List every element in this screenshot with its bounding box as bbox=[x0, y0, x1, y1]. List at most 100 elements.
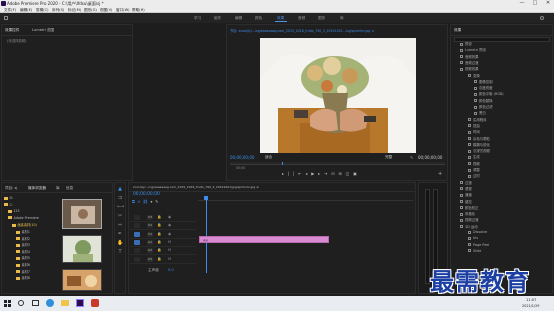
effects-list-item[interactable]: 透视 bbox=[460, 186, 472, 191]
effects-list-item[interactable]: 生成 bbox=[468, 154, 480, 159]
mute-icon[interactable]: M bbox=[168, 257, 171, 261]
comparison-view-icon[interactable]: ▣ bbox=[353, 171, 357, 176]
effects-list-item[interactable]: 音频过渡 bbox=[460, 60, 479, 65]
effects-list-item[interactable]: 颜色平衡 (RGB) bbox=[474, 91, 504, 96]
track-label[interactable]: A2 bbox=[147, 248, 153, 254]
media-thumbnail[interactable] bbox=[62, 235, 102, 263]
timeline-timecode[interactable]: 00;00;00;00 bbox=[133, 192, 160, 197]
pen-tool-icon[interactable]: ✒ bbox=[117, 231, 123, 237]
track-select-tool-icon[interactable]: ⇉ bbox=[117, 195, 123, 201]
tree-item[interactable]: 素材6 bbox=[16, 262, 30, 267]
effects-list-item[interactable]: 视频过渡 bbox=[460, 217, 479, 222]
effects-list-item[interactable]: 杂色与颗粒 bbox=[468, 136, 490, 141]
eye-icon[interactable]: ◉ bbox=[168, 232, 171, 236]
explorer-icon[interactable] bbox=[61, 300, 69, 306]
track-label[interactable]: V1 bbox=[147, 231, 153, 237]
timeline-ruler[interactable] bbox=[198, 192, 413, 201]
mute-icon[interactable]: M bbox=[168, 240, 171, 244]
tab-program[interactable]: 节目: zcool(ly/...ing/aaaaaaag.com_2015_20… bbox=[230, 28, 374, 33]
track-header[interactable]: V3 🔒 ◉ bbox=[130, 214, 196, 222]
task-view-icon[interactable] bbox=[32, 300, 39, 306]
add-button-icon[interactable]: + bbox=[438, 171, 442, 177]
track-header[interactable]: A3 🔒 M bbox=[130, 256, 196, 264]
step-forward-icon[interactable]: ▸ bbox=[318, 171, 320, 176]
track-target-button[interactable] bbox=[134, 215, 140, 220]
effects-list-item[interactable]: Lumetri 预设 bbox=[460, 47, 486, 52]
wrench-icon[interactable]: ✎ bbox=[155, 199, 158, 204]
premiere-icon[interactable] bbox=[76, 299, 84, 307]
home-icon[interactable] bbox=[4, 16, 8, 20]
razor-tool-icon[interactable]: ✂ bbox=[117, 213, 123, 219]
tree-item[interactable]: 画素素材(10) bbox=[12, 222, 37, 227]
nest-icon[interactable]: ⧉ bbox=[132, 199, 135, 204]
workspace-audio[interactable]: 音频 bbox=[298, 16, 305, 21]
eye-icon[interactable]: ◉ bbox=[168, 215, 171, 219]
tree-item[interactable]: 素材7 bbox=[16, 269, 30, 274]
tab-effect-controls[interactable]: 效果控件 bbox=[5, 28, 19, 33]
tree-item[interactable]: 素材4 bbox=[16, 249, 30, 254]
workspace-learn[interactable]: 学习 bbox=[194, 16, 201, 21]
go-to-out-icon[interactable]: ⇥ bbox=[324, 171, 327, 176]
track-header[interactable]: A1 🔒 M bbox=[130, 239, 196, 247]
tree-item[interactable]: 素材1 bbox=[16, 229, 30, 234]
effects-list-item[interactable]: 预设 bbox=[460, 41, 472, 46]
lock-icon[interactable]: 🔒 bbox=[157, 232, 161, 236]
effects-list-item[interactable]: 实用程序 bbox=[468, 117, 487, 122]
hand-tool-icon[interactable]: ✋ bbox=[117, 240, 123, 246]
tab-libraries[interactable]: 库 bbox=[56, 186, 60, 191]
track-target-button[interactable] bbox=[134, 239, 140, 245]
timeline-clip[interactable]: jpg bbox=[199, 236, 329, 243]
effects-list-item[interactable]: Slide bbox=[468, 249, 481, 253]
effects-list-item[interactable]: 灰度亮度 bbox=[474, 85, 493, 90]
lock-icon[interactable]: 🔒 bbox=[157, 257, 161, 261]
lock-icon[interactable]: 🔒 bbox=[157, 248, 161, 252]
workspace-editing[interactable]: 编辑 bbox=[235, 16, 242, 21]
track-target-button[interactable] bbox=[134, 248, 140, 254]
track-header[interactable]: V2 🔒 ◉ bbox=[130, 222, 196, 231]
effects-list-item[interactable]: Page Peel bbox=[468, 243, 489, 247]
effects-list-item[interactable]: Iris bbox=[468, 236, 478, 240]
snap-icon[interactable]: ∩ bbox=[137, 199, 140, 204]
track-target-button[interactable] bbox=[134, 256, 140, 262]
linked-selection-icon[interactable]: ⛓ bbox=[143, 199, 148, 204]
effects-list-item[interactable]: 过时 bbox=[468, 173, 480, 178]
step-back-icon[interactable]: ◂ bbox=[305, 171, 307, 176]
effects-list-item[interactable]: 调整 bbox=[468, 167, 480, 172]
effects-list-item[interactable]: 音频效果 bbox=[460, 54, 479, 59]
minimize-button[interactable]: — bbox=[516, 0, 528, 7]
track-header[interactable]: A2 🔒 M bbox=[130, 247, 196, 256]
media-thumbnail[interactable] bbox=[62, 269, 102, 291]
workspace-graphics[interactable]: 图形 bbox=[318, 16, 325, 21]
effects-list-item[interactable]: Dissolve bbox=[468, 230, 487, 234]
edge-icon[interactable] bbox=[46, 299, 54, 307]
track-header[interactable]: V1 🔒 ◉ bbox=[130, 231, 196, 239]
eye-icon[interactable]: ◉ bbox=[168, 223, 171, 227]
play-icon[interactable]: ▶ bbox=[311, 171, 314, 176]
program-timecode-left[interactable]: 00;00;00;00 bbox=[230, 155, 254, 160]
slip-tool-icon[interactable]: ⇔ bbox=[117, 222, 123, 228]
marker-icon[interactable]: ▾ bbox=[151, 199, 153, 204]
lock-icon[interactable]: 🔒 bbox=[157, 223, 161, 227]
tree-item[interactable]: 素材2 bbox=[16, 236, 30, 241]
wrench-icon[interactable]: ✎ bbox=[410, 155, 413, 160]
track-label[interactable]: V2 bbox=[147, 223, 153, 229]
add-marker-icon[interactable]: | bbox=[293, 171, 294, 176]
track-label[interactable]: A1 bbox=[147, 239, 153, 245]
effects-list-item[interactable]: 模糊与锐化 bbox=[468, 142, 490, 147]
lift-icon[interactable]: ⊟ bbox=[331, 171, 334, 176]
mark-in-icon[interactable]: ▸ bbox=[282, 171, 284, 176]
mark-out-icon[interactable]: | bbox=[288, 171, 289, 176]
effects-list-item[interactable]: 时间 bbox=[468, 129, 480, 134]
tree-item[interactable]: D: bbox=[4, 196, 13, 200]
lock-icon[interactable]: 🔒 bbox=[157, 240, 161, 244]
tab-media-browser[interactable]: 媒体浏览器 bbox=[28, 186, 46, 191]
effects-list-item[interactable]: 键控 bbox=[460, 199, 472, 204]
quality-dropdown[interactable]: 完整 bbox=[385, 155, 392, 160]
program-scrub-bar[interactable] bbox=[230, 162, 445, 165]
type-tool-icon[interactable]: T bbox=[117, 249, 123, 255]
tab-info[interactable]: 信息 bbox=[66, 186, 73, 191]
app-icon[interactable] bbox=[91, 299, 99, 307]
workspace-color[interactable]: 颜色 bbox=[255, 16, 262, 21]
selection-tool-icon[interactable]: ▲ bbox=[117, 186, 123, 192]
tree-item[interactable]: 素材8 bbox=[16, 275, 30, 280]
